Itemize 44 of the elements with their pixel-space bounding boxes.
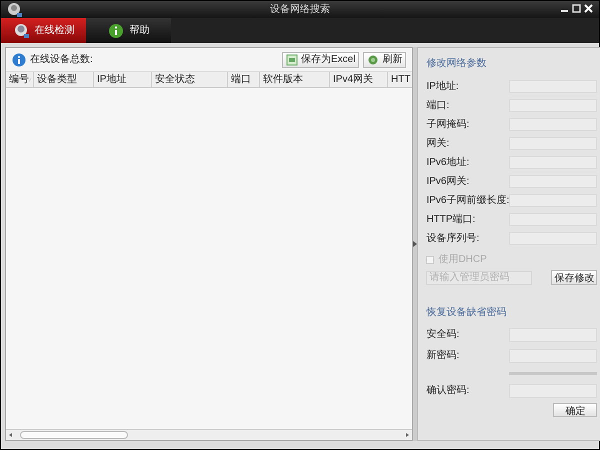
field-label: IPv6子网前缀长度: bbox=[426, 194, 510, 208]
toolbar-button[interactable]: 保存为Excel bbox=[282, 52, 360, 68]
column-header[interactable]: IPv4网关 bbox=[330, 72, 388, 87]
app-icon bbox=[7, 2, 23, 18]
field-label: IPv6网关: bbox=[426, 174, 470, 189]
section-title: 修改网络参数 bbox=[426, 56, 488, 71]
user-icon bbox=[12, 22, 28, 38]
tab[interactable]: 在线检测 bbox=[1, 18, 86, 43]
scroll-right-icon[interactable] bbox=[404, 432, 410, 438]
field-label: 安全码: bbox=[426, 328, 460, 342]
field-label: HTTP端口: bbox=[426, 212, 476, 227]
column-header[interactable]: HTT bbox=[388, 72, 412, 87]
maximize-icon[interactable] bbox=[572, 4, 581, 13]
column-header[interactable]: 端口 bbox=[228, 72, 260, 87]
field-label: 子网掩码: bbox=[426, 118, 470, 132]
column-header[interactable]: 设备类型 bbox=[34, 72, 94, 87]
scrollbar-thumb[interactable] bbox=[20, 431, 128, 439]
window-title: 设备网络搜索 bbox=[270, 2, 330, 17]
password-field[interactable]: 请输入管理员密码 bbox=[426, 270, 532, 284]
field-label: 确认密码: bbox=[426, 384, 470, 398]
checkbox-label: 使用DHCP bbox=[438, 253, 487, 267]
field-label: 端口: bbox=[426, 98, 450, 113]
save-button[interactable]: 保存修改 bbox=[551, 270, 598, 285]
field-label: 设备序列号: bbox=[426, 232, 480, 246]
tab[interactable]: 帮助 bbox=[86, 18, 171, 43]
device-count-label: 在线设备总数: bbox=[30, 52, 94, 67]
column-header[interactable]: 安全状态 bbox=[152, 72, 228, 87]
field-label: 网关: bbox=[426, 136, 450, 151]
field-label: IPv6地址: bbox=[426, 156, 470, 170]
spreadsheet-icon bbox=[286, 54, 298, 66]
refresh-icon bbox=[367, 54, 380, 66]
expand-arrow-icon[interactable] bbox=[413, 241, 418, 247]
column-header[interactable]: 编号 bbox=[6, 72, 34, 87]
field-label: 新密码: bbox=[426, 348, 460, 363]
field-label: IP地址: bbox=[426, 80, 459, 94]
column-header[interactable]: IP地址 bbox=[94, 72, 152, 87]
info-icon bbox=[108, 22, 124, 38]
scroll-left-icon[interactable] bbox=[8, 432, 14, 438]
toolbar-button[interactable]: 刷新 bbox=[363, 52, 406, 68]
column-header[interactable]: 软件版本 bbox=[260, 72, 330, 87]
info-icon bbox=[12, 52, 26, 66]
section-title: 恢复设备缺省密码 bbox=[426, 306, 508, 320]
close-icon[interactable] bbox=[584, 4, 593, 13]
confirm-button[interactable]: 确定 bbox=[553, 403, 598, 417]
